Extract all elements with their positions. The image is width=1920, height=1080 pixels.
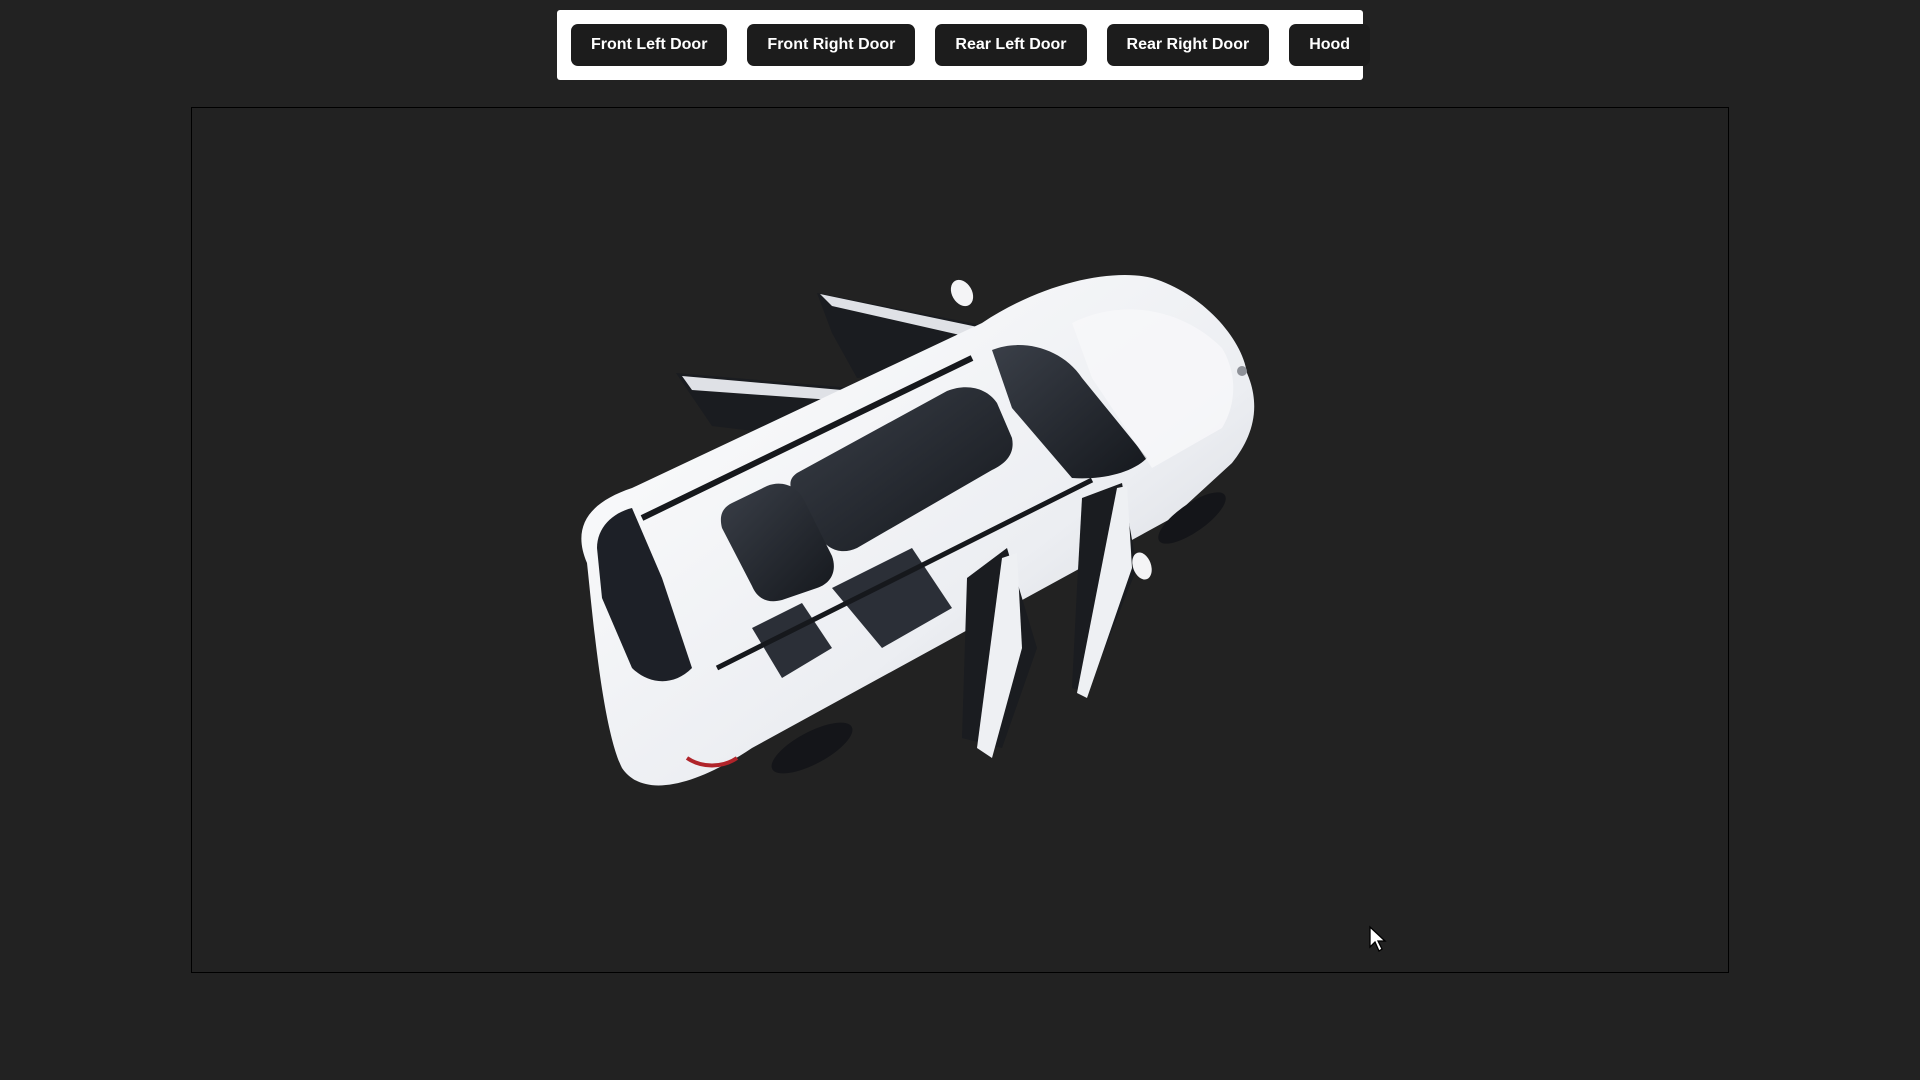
hood-button[interactable]: Hood [1289,24,1371,66]
front-left-door-button[interactable]: Front Left Door [571,24,728,66]
car-model[interactable] [192,108,1728,972]
front-right-door-button[interactable]: Front Right Door [747,24,916,66]
rear-right-door-button[interactable]: Rear Right Door [1106,24,1270,66]
3d-car-viewer[interactable] [191,107,1729,973]
mouse-pointer-icon [1369,925,1387,952]
door-control-toolbar: Front Left Door Front Right Door Rear Le… [557,10,1371,80]
rear-left-door-button[interactable]: Rear Left Door [935,24,1087,66]
